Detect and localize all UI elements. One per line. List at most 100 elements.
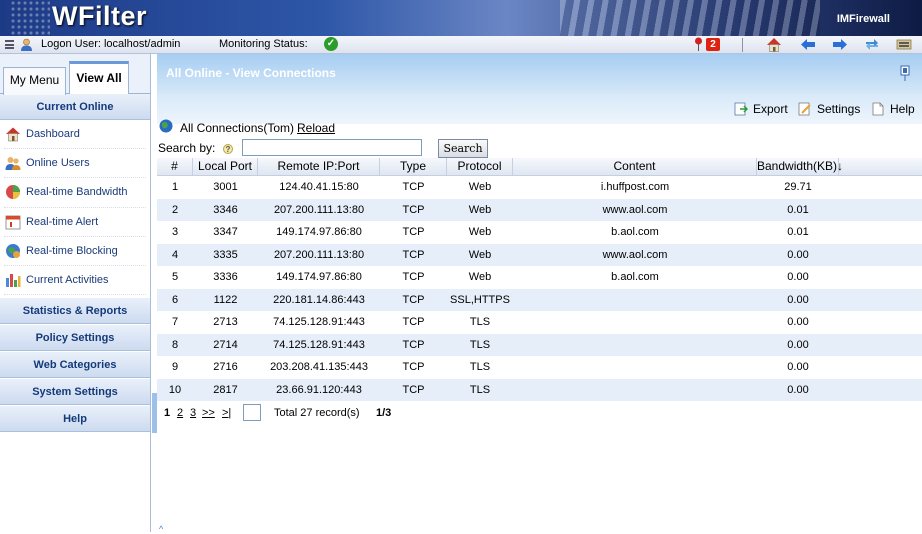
- help-button[interactable]: Help: [871, 102, 915, 116]
- col-local-port-header[interactable]: Local Port: [193, 158, 258, 175]
- cell-local-port: 3347: [213, 226, 238, 238]
- sidebar-item-realtime-blocking[interactable]: Real-time Blocking: [4, 237, 146, 266]
- cell-content: [513, 334, 757, 357]
- cell-type: TCP: [402, 226, 425, 238]
- cell-type: TCP: [402, 271, 425, 283]
- table-row[interactable]: 10 2817 23.66.91.120:443 TCP TLS 0.00: [157, 378, 922, 401]
- last-page-link[interactable]: >|: [222, 407, 231, 419]
- tab-view-all[interactable]: View All: [69, 61, 129, 94]
- cell-local-port: 3346: [213, 203, 238, 216]
- cell-remote-ip: 220.181.14.86:443: [273, 293, 365, 306]
- table-body: 1 3001 124.40.41.15:80 TCP Web i.huffpost.com…: [157, 176, 922, 401]
- cell-protocol: Web: [468, 271, 492, 283]
- col-index-header[interactable]: #: [157, 158, 193, 175]
- cell-protocol: Web: [468, 203, 492, 216]
- table-row[interactable]: 3 3347 149.174.97.86:80 TCP Web b.aol.com 0.01: [157, 221, 922, 244]
- table-row[interactable]: 6 1122 220.181.14.86:443 TCP SSL,HTTPS 0.00: [157, 288, 922, 312]
- sidebar-item-realtime-bandwidth[interactable]: Real-time Bandwidth: [4, 178, 146, 208]
- col-bandwidth-header[interactable]: Bandwidth(KB)↓: [757, 158, 843, 175]
- table-row[interactable]: 4 3335 207.200.111.13:80 TCP Web www.aol.com 0…: [157, 243, 922, 266]
- col-remote-ip-header[interactable]: Remote IP:Port: [258, 158, 380, 175]
- table-row[interactable]: 2 3346 207.200.111.13:80 TCP Web www.aol.com 0…: [157, 198, 922, 221]
- cell-content: [513, 289, 757, 312]
- table-row[interactable]: 9 2716 203.208.41.135:443 TCP TLS 0.00: [157, 356, 922, 379]
- table-row[interactable]: 5 3336 149.174.97.86:80 TCP Web b.aol.com 0.00: [157, 266, 922, 289]
- cell-local-port: 2713: [213, 316, 238, 328]
- cell-content: i.huffpost.com: [600, 181, 670, 193]
- refresh-icon[interactable]: [864, 37, 880, 52]
- cell-bandwidth: 0.00: [787, 248, 809, 261]
- connections-row: All Connections(Tom) Reload: [157, 118, 922, 138]
- table-row[interactable]: 8 2714 74.125.128.91:443 TCP TLS 0.00: [157, 333, 922, 357]
- section-current-online[interactable]: Current Online: [0, 94, 150, 120]
- section-policy-settings[interactable]: Policy Settings: [0, 324, 150, 352]
- search-help-icon[interactable]: ?: [223, 144, 233, 154]
- cell-index: 10: [168, 383, 182, 396]
- back-arrow-icon[interactable]: [800, 37, 816, 52]
- section-help[interactable]: Help: [0, 405, 150, 433]
- main-panel: All Online - View Connections Export Set…: [157, 54, 922, 532]
- banner-graphic: [560, 0, 820, 36]
- export-button[interactable]: Export: [734, 102, 788, 116]
- tab-my-menu[interactable]: My Menu: [3, 67, 66, 95]
- cell-protocol: Web: [468, 181, 492, 193]
- cell-bandwidth: 0.00: [787, 383, 809, 396]
- col-type-header[interactable]: Type: [380, 158, 447, 175]
- cell-content: www.aol.com: [602, 248, 668, 261]
- cell-protocol: TLS: [469, 383, 491, 396]
- page-link-2[interactable]: 2: [177, 407, 183, 419]
- sidebar-item-label: Real-time Bandwidth: [26, 186, 128, 199]
- section-statistics-reports[interactable]: Statistics & Reports: [0, 297, 150, 325]
- exit-icon[interactable]: [896, 37, 912, 52]
- sidebar: My Menu View All Current Online Dashboar…: [0, 54, 151, 532]
- search-button[interactable]: Search: [438, 139, 488, 158]
- section-web-categories[interactable]: Web Categories: [0, 351, 150, 379]
- sidebar-item-realtime-alert[interactable]: Real-time Alert: [4, 208, 146, 237]
- col-content-header[interactable]: Content: [513, 158, 757, 175]
- cell-local-port: 2716: [213, 361, 238, 373]
- cell-local-port: 3336: [213, 271, 238, 283]
- page-link-1[interactable]: 1: [164, 407, 170, 419]
- section-system-settings[interactable]: System Settings: [0, 378, 150, 406]
- house-icon: [6, 127, 20, 142]
- cell-protocol: TLS: [469, 316, 491, 328]
- scroll-up-icon[interactable]: ^: [159, 524, 163, 534]
- sidebar-item-current-activities[interactable]: Current Activities: [4, 266, 146, 296]
- cell-local-port: 2817: [213, 383, 238, 396]
- cell-remote-ip: 74.125.128.91:443: [273, 338, 365, 351]
- cell-type: TCP: [402, 293, 425, 306]
- sidebar-item-dashboard[interactable]: Dashboard: [4, 120, 146, 150]
- page-link-3[interactable]: 3: [190, 407, 196, 419]
- search-input[interactable]: [242, 139, 422, 156]
- cell-type: TCP: [402, 338, 425, 351]
- export-label: Export: [753, 102, 788, 116]
- forward-arrow-icon[interactable]: [832, 37, 848, 52]
- reload-link[interactable]: Reload: [297, 121, 335, 135]
- user-icon: [21, 38, 32, 51]
- col-protocol-header[interactable]: Protocol: [447, 158, 513, 175]
- cell-index: 4: [171, 248, 179, 261]
- toolbar-separator: [742, 38, 743, 52]
- cell-content: www.aol.com: [602, 203, 668, 216]
- total-records: Total 27 record(s): [274, 407, 360, 419]
- users-icon: [5, 157, 21, 171]
- brand-label: IMFirewall: [836, 13, 890, 25]
- next-page-link[interactable]: >>: [202, 407, 215, 419]
- cell-protocol: Web: [468, 248, 492, 261]
- page-jump-input[interactable]: [243, 404, 261, 421]
- menu-icon[interactable]: [5, 40, 14, 49]
- cell-type: TCP: [402, 383, 425, 396]
- settings-button[interactable]: Settings: [798, 102, 860, 116]
- alert-count-badge[interactable]: 2: [706, 38, 720, 51]
- table-row[interactable]: 1 3001 124.40.41.15:80 TCP Web i.huffpost.com…: [157, 176, 922, 199]
- help-label: Help: [890, 102, 915, 116]
- alert-pin-icon[interactable]: [694, 37, 703, 51]
- cell-bandwidth: 0.01: [787, 226, 809, 238]
- sidebar-item-label: Current Activities: [26, 274, 109, 287]
- cell-content: b.aol.com: [611, 226, 659, 238]
- home-icon[interactable]: [766, 37, 782, 52]
- table-row[interactable]: 7 2713 74.125.128.91:443 TCP TLS 0.00: [157, 311, 922, 334]
- settings-icon: [798, 102, 811, 116]
- sidebar-item-online-users[interactable]: Online Users: [4, 149, 146, 179]
- pin-icon[interactable]: [899, 65, 911, 81]
